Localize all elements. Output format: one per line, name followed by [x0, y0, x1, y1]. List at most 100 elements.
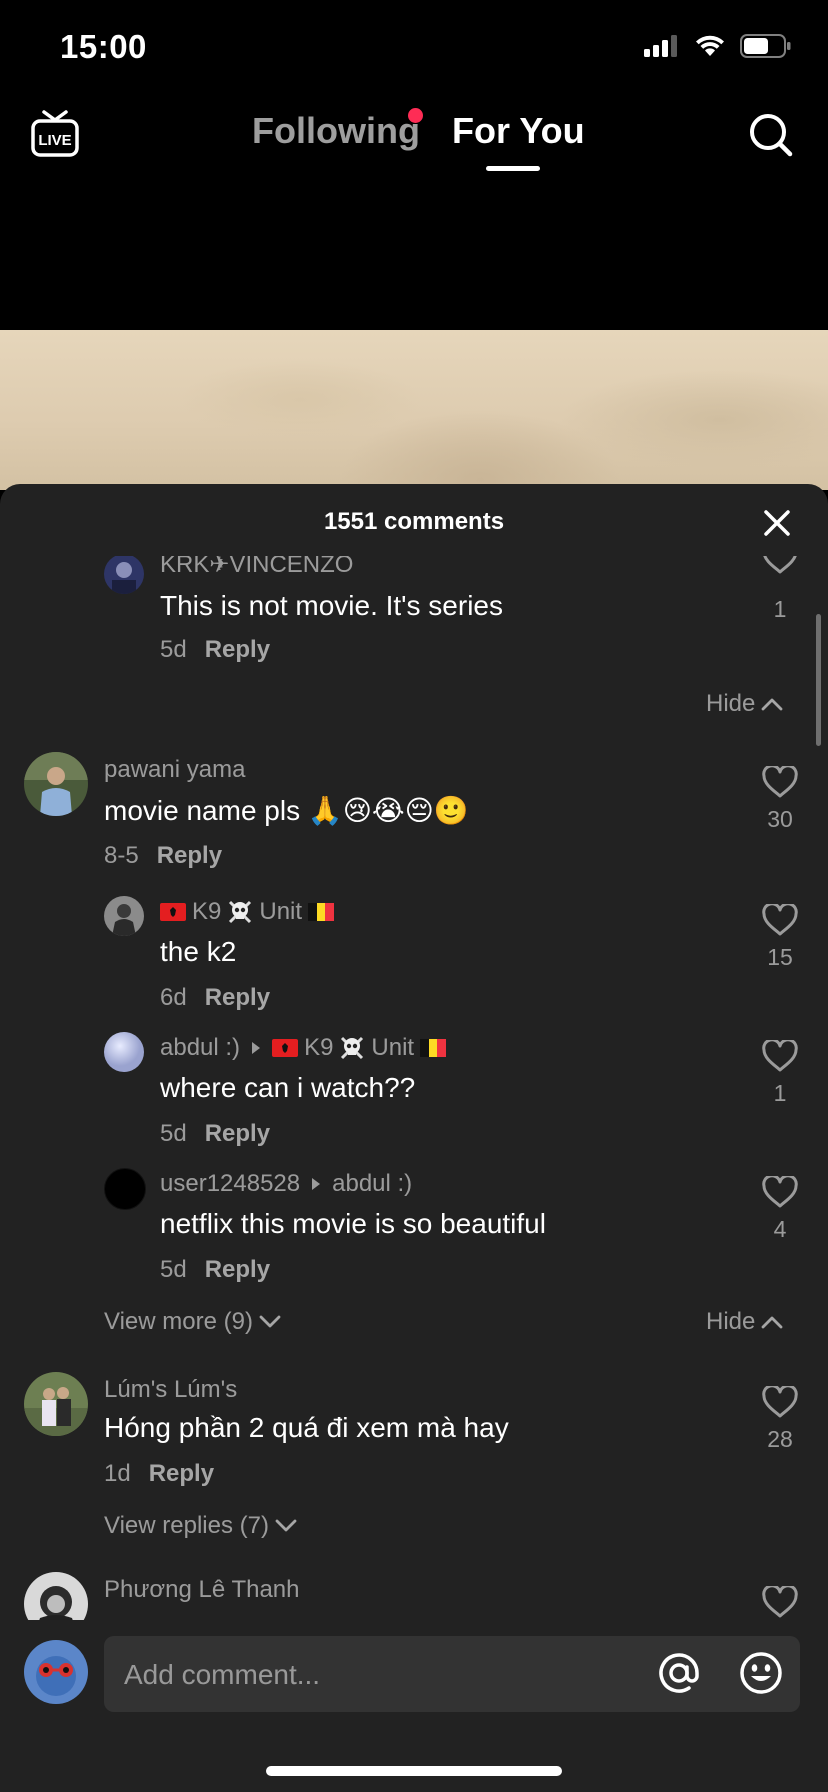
avatar[interactable]	[24, 752, 88, 816]
belgium-flag-icon	[420, 1039, 447, 1057]
reply-button[interactable]: Reply	[157, 842, 222, 869]
comment-text: This is not movie. It's series	[160, 590, 503, 621]
comment-username[interactable]: Phương Lê Thanh	[104, 1576, 300, 1604]
like-count: 15	[767, 944, 793, 970]
comment-meta: 5d Reply	[160, 1120, 270, 1148]
comments-scrollbar[interactable]	[816, 614, 821, 746]
heart-icon	[762, 1174, 798, 1208]
comment-text: the k2	[160, 936, 237, 967]
emoji-button[interactable]	[738, 1650, 784, 1696]
tab-following[interactable]: Following	[252, 110, 420, 152]
comment-date: 6d	[160, 984, 187, 1011]
comment-meta: 6d Reply	[160, 984, 270, 1012]
signal-icon	[644, 35, 677, 57]
view-more-replies-button[interactable]: View more (9)	[104, 1308, 281, 1336]
comments-count-title: 1551 comments	[323, 508, 505, 535]
like-button[interactable]	[762, 1584, 798, 1620]
avatar[interactable]	[104, 896, 144, 936]
svg-text:LIVE: LIVE	[38, 132, 71, 149]
comment-username[interactable]: pawani yama	[104, 756, 245, 784]
albania-flag-icon	[160, 903, 186, 921]
home-indicator	[266, 1766, 562, 1776]
smiley-icon	[740, 1652, 782, 1694]
skull-icon	[229, 900, 252, 924]
avatar[interactable]	[24, 1572, 88, 1620]
active-tab-indicator	[486, 166, 540, 171]
heart-icon	[762, 1584, 798, 1618]
comment-username[interactable]: user1248528 abdul :)	[160, 1170, 412, 1198]
at-sign-icon	[659, 1653, 699, 1693]
avatar[interactable]	[24, 1372, 88, 1436]
comment-meta: 8-5 Reply	[104, 842, 222, 870]
avatar[interactable]	[104, 556, 144, 594]
skull-icon	[341, 1036, 364, 1060]
like-button[interactable]	[762, 1038, 798, 1077]
like-button[interactable]	[762, 1384, 798, 1423]
mention-button[interactable]	[656, 1650, 702, 1696]
reply-button[interactable]: Reply	[205, 636, 270, 663]
reply-button[interactable]: Reply	[149, 1460, 214, 1487]
hide-replies-button[interactable]: Hide	[706, 690, 783, 718]
comment-meta: 5d Reply	[160, 636, 270, 664]
video-preview[interactable]	[0, 330, 828, 490]
like-button[interactable]	[762, 764, 798, 803]
search-button[interactable]	[748, 112, 794, 158]
belgium-flag-icon	[308, 903, 335, 921]
heart-icon	[763, 556, 797, 574]
comment-meta: 1d Reply	[104, 1460, 214, 1488]
reply-arrow-icon	[312, 1178, 321, 1190]
reply-button[interactable]: Reply	[205, 984, 270, 1011]
reply-arrow-icon	[252, 1042, 261, 1054]
avatar[interactable]	[104, 1168, 146, 1210]
comment-text: Hóng phần 2 quá đi xem mà hay	[104, 1412, 509, 1443]
close-button[interactable]	[762, 508, 792, 538]
search-icon	[750, 114, 793, 157]
comment-username[interactable]: abdul :) K9 Unit	[160, 1034, 447, 1062]
comment-text: where can i watch??	[160, 1072, 416, 1103]
heart-icon	[762, 1384, 798, 1418]
notification-dot	[408, 108, 423, 123]
tab-for-you[interactable]: For You	[452, 110, 585, 152]
like-count: 1	[773, 596, 787, 622]
comment-date: 5d	[160, 636, 187, 663]
live-icon: LIVE	[31, 110, 79, 157]
hide-replies-button[interactable]: Hide	[706, 1308, 783, 1336]
like-button[interactable]	[762, 556, 798, 579]
comment-date: 5d	[160, 1256, 187, 1283]
reply-button[interactable]: Reply	[205, 1120, 270, 1147]
hide-label: Hide	[706, 690, 756, 717]
comment-username[interactable]: K9 Unit	[160, 898, 335, 926]
close-icon	[764, 510, 790, 536]
chevron-down-icon	[275, 1519, 297, 1532]
heart-icon	[762, 1038, 798, 1072]
heart-icon	[762, 764, 798, 798]
battery-icon	[740, 34, 791, 58]
albania-flag-icon	[272, 1039, 299, 1057]
comment-username[interactable]: KRK✈VINCENZO	[160, 556, 353, 579]
chevron-up-icon	[761, 1316, 783, 1329]
comment-text: movie name pls 🙏😢😭😔🙂	[104, 795, 469, 826]
chevron-down-icon	[259, 1315, 281, 1328]
like-count: 30	[767, 806, 793, 832]
comment-meta: 5d Reply	[160, 1256, 270, 1284]
comment-text: netflix this movie is so beautiful	[160, 1208, 546, 1239]
comment-date: 8-5	[104, 842, 139, 869]
view-replies-button[interactable]: View replies (7)	[104, 1512, 297, 1540]
like-button[interactable]	[762, 1174, 798, 1213]
like-count: 1	[773, 1080, 787, 1106]
add-comment-input[interactable]	[122, 1652, 646, 1698]
my-avatar[interactable]	[24, 1640, 88, 1704]
avatar[interactable]	[104, 1032, 144, 1072]
chevron-up-icon	[761, 698, 783, 711]
comment-username[interactable]: Lúm's Lúm's	[104, 1376, 237, 1404]
comment-date: 1d	[104, 1460, 131, 1487]
status-icons	[644, 34, 792, 58]
like-button[interactable]	[762, 902, 798, 941]
reply-button[interactable]: Reply	[205, 1256, 270, 1283]
comment-date: 5d	[160, 1120, 187, 1147]
comments-list[interactable]: KRK✈VINCENZO This is not movie. It's ser…	[0, 556, 828, 1620]
live-button[interactable]: LIVE	[30, 108, 80, 160]
heart-icon	[762, 902, 798, 936]
status-time: 15:00	[60, 28, 147, 65]
like-count: 28	[767, 1426, 793, 1452]
